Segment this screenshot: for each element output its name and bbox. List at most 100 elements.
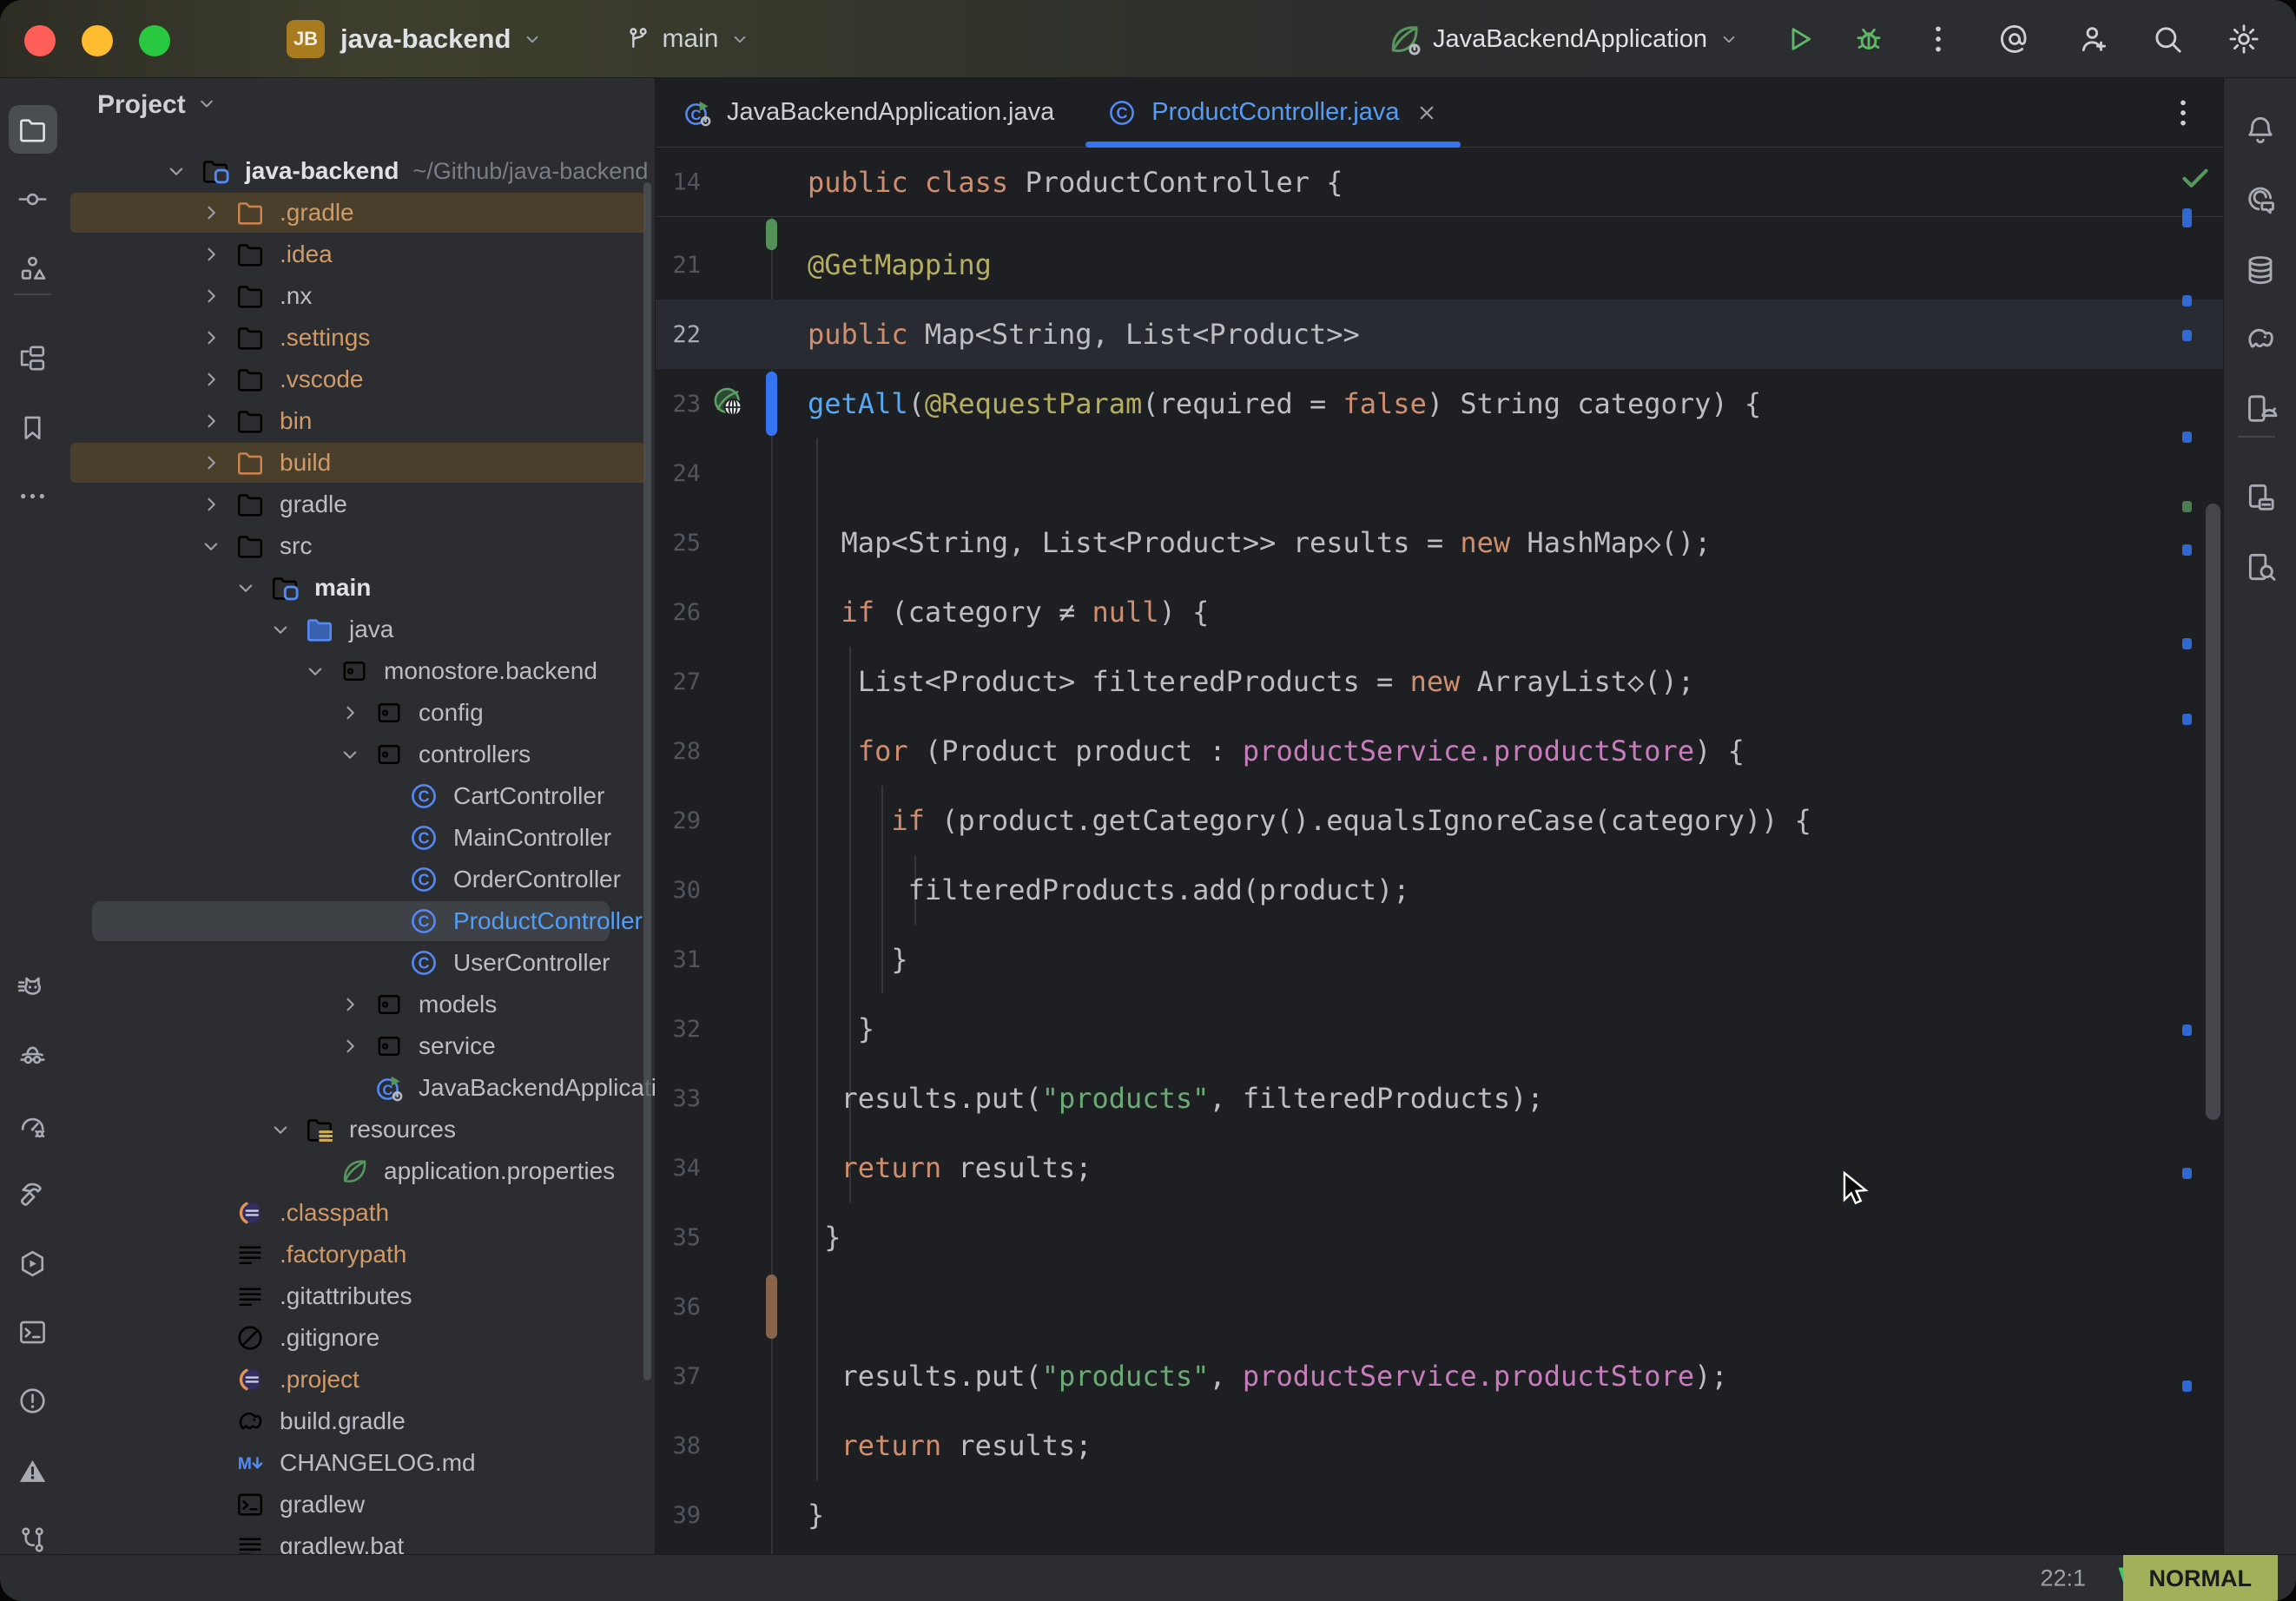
code-line-29[interactable]: 29 if (product.getCategory().equalsIgnor… [656, 786, 2223, 855]
tool-gradle-button[interactable] [2236, 314, 2285, 363]
settings-gear-icon[interactable] [2227, 22, 2261, 56]
chevron-down-icon[interactable] [267, 616, 294, 642]
code-line-34[interactable]: 34 return results; [656, 1133, 2223, 1202]
tree-item-monostore.backend[interactable]: monostore.backend [66, 650, 655, 692]
minimize-window-button[interactable] [82, 25, 113, 56]
chevron-right-icon[interactable] [337, 1033, 363, 1059]
tree-item-models[interactable]: models [66, 984, 655, 1025]
endpoint-icon[interactable] [712, 386, 747, 421]
chevron-right-icon[interactable] [198, 200, 224, 226]
tree-item-UserController[interactable]: CUserController [66, 942, 655, 984]
code-line-28[interactable]: 28 for (Product product : productService… [656, 716, 2223, 786]
line-number[interactable]: 24 [656, 460, 701, 487]
tree-item-JavaBackendApplication[interactable]: CJavaBackendApplication [66, 1067, 655, 1109]
tree-item-.factorypath[interactable]: .factorypath [66, 1234, 655, 1275]
line-number[interactable]: 25 [656, 530, 701, 557]
code-line-26[interactable]: 26 if (category ≠ null) { [656, 577, 2223, 647]
tool-bookmarks-button[interactable] [9, 403, 57, 451]
tree-item-gradlew.bat[interactable]: gradlew.bat [66, 1525, 655, 1554]
tree-item-controllers[interactable]: controllers [66, 734, 655, 775]
tool-structure-button[interactable] [9, 244, 57, 293]
chevron-down-icon[interactable] [163, 158, 189, 184]
stripe-change-mark[interactable] [2182, 1025, 2192, 1036]
tree-item-.gitattributes[interactable]: .gitattributes [66, 1275, 655, 1317]
tree-item-CartController[interactable]: CCartController [66, 775, 655, 817]
sticky-line[interactable]: 14 public class ProductController { [656, 148, 2223, 217]
tree-item-java[interactable]: java [66, 609, 655, 650]
tool-build-tool-button[interactable] [9, 333, 57, 382]
close-window-button[interactable] [24, 25, 56, 56]
search-icon[interactable] [2150, 22, 2185, 56]
stripe-change-mark[interactable] [2182, 432, 2192, 443]
stripe-change-mark[interactable] [2182, 295, 2192, 306]
tree-item-build[interactable]: build [66, 442, 655, 484]
more-actions-button[interactable] [1921, 22, 1956, 56]
line-number[interactable]: 22 [656, 321, 701, 348]
line-number[interactable]: 36 [656, 1294, 701, 1321]
stripe-change-mark[interactable] [2182, 638, 2192, 649]
tool-problems-button[interactable] [9, 1376, 57, 1425]
chevron-right-icon[interactable] [337, 700, 363, 726]
code-line-22[interactable]: 22public Map<String, List<Product>> [656, 300, 2223, 369]
tree-item-.project[interactable]: .project [66, 1359, 655, 1400]
tool-build-button[interactable] [9, 1169, 57, 1218]
tool-database-button[interactable] [2236, 246, 2285, 294]
tree-item-gradlew[interactable]: gradlew [66, 1484, 655, 1525]
tree-item-main[interactable]: main [66, 567, 655, 609]
debug-button[interactable] [1851, 22, 1886, 56]
line-number[interactable]: 28 [656, 738, 701, 765]
tree-item-bin[interactable]: bin [66, 400, 655, 442]
tool-device-explorer-button[interactable] [2236, 543, 2285, 591]
tree-item-config[interactable]: config [66, 692, 655, 734]
chevron-right-icon[interactable] [198, 283, 224, 309]
editor-tab-ProductController.java[interactable]: CProductController.java [1080, 78, 1465, 147]
tree-item-OrderController[interactable]: COrderController [66, 859, 655, 900]
stripe-change-mark[interactable] [2182, 330, 2192, 341]
code-line-25[interactable]: 25 Map<String, List<Product>> results = … [656, 508, 2223, 577]
line-number[interactable]: 30 [656, 877, 701, 904]
tree-item-resources[interactable]: resources [66, 1109, 655, 1150]
code-line-33[interactable]: 33 results.put("products", filteredProdu… [656, 1064, 2223, 1133]
tree-item-ProductController[interactable]: CProductController [66, 900, 655, 942]
stripe-change-mark[interactable] [2182, 544, 2192, 556]
zoom-window-button[interactable] [139, 25, 170, 56]
chevron-right-icon[interactable] [198, 491, 224, 517]
vim-mode-badge[interactable]: NORMAL [2123, 1555, 2278, 1601]
line-number[interactable]: 32 [656, 1016, 701, 1043]
ai-assistant-icon[interactable] [1997, 22, 2032, 56]
code-line-24[interactable]: 24 [656, 438, 2223, 508]
chevron-down-icon[interactable] [198, 533, 224, 559]
stripe-change-mark[interactable] [2182, 1168, 2192, 1179]
chevron-down-icon[interactable] [233, 575, 259, 601]
line-number[interactable]: 21 [656, 252, 701, 279]
tool-notifications-button[interactable] [2236, 106, 2285, 155]
line-number[interactable]: 31 [656, 946, 701, 973]
tree-item-.gitignore[interactable]: .gitignore [66, 1317, 655, 1359]
stripe-change-mark[interactable] [2182, 501, 2192, 512]
tree-item-build.gradle[interactable]: build.gradle [66, 1400, 655, 1442]
line-number[interactable]: 26 [656, 599, 701, 626]
chevron-right-icon[interactable] [198, 366, 224, 392]
tree-item-CHANGELOG.md[interactable]: MCHANGELOG.md [66, 1442, 655, 1484]
project-widget[interactable]: java-backend [340, 23, 511, 55]
code-line-38[interactable]: 38 return results; [656, 1411, 2223, 1480]
tool-services-button[interactable] [9, 1239, 57, 1288]
inspections-ok-check-icon[interactable] [2178, 161, 2213, 195]
run-button[interactable] [1782, 22, 1817, 56]
tree-item-.classpath[interactable]: .classpath [66, 1192, 655, 1234]
tree-item-service[interactable]: service [66, 1025, 655, 1067]
tool-incognito-button[interactable] [9, 1029, 57, 1077]
chevron-right-icon[interactable] [198, 408, 224, 434]
project-tree-scrollbar[interactable] [643, 182, 651, 1380]
tool-running-devices-button[interactable] [2236, 385, 2285, 433]
chevron-right-icon[interactable] [337, 992, 363, 1018]
tool-device-manager-button[interactable] [2236, 473, 2285, 522]
editor-scrollbar[interactable] [2206, 504, 2220, 1120]
code-line-30[interactable]: 30 filteredProducts.add(product); [656, 855, 2223, 925]
tree-item-.settings[interactable]: .settings [66, 317, 655, 359]
chevron-down-icon[interactable] [267, 1117, 294, 1143]
tool-project-button[interactable] [9, 105, 57, 154]
run-configuration-selector[interactable]: JavaBackendApplication [1386, 21, 1740, 57]
stripe-change-mark[interactable] [2182, 208, 2192, 227]
chevron-down-icon[interactable] [302, 658, 328, 684]
